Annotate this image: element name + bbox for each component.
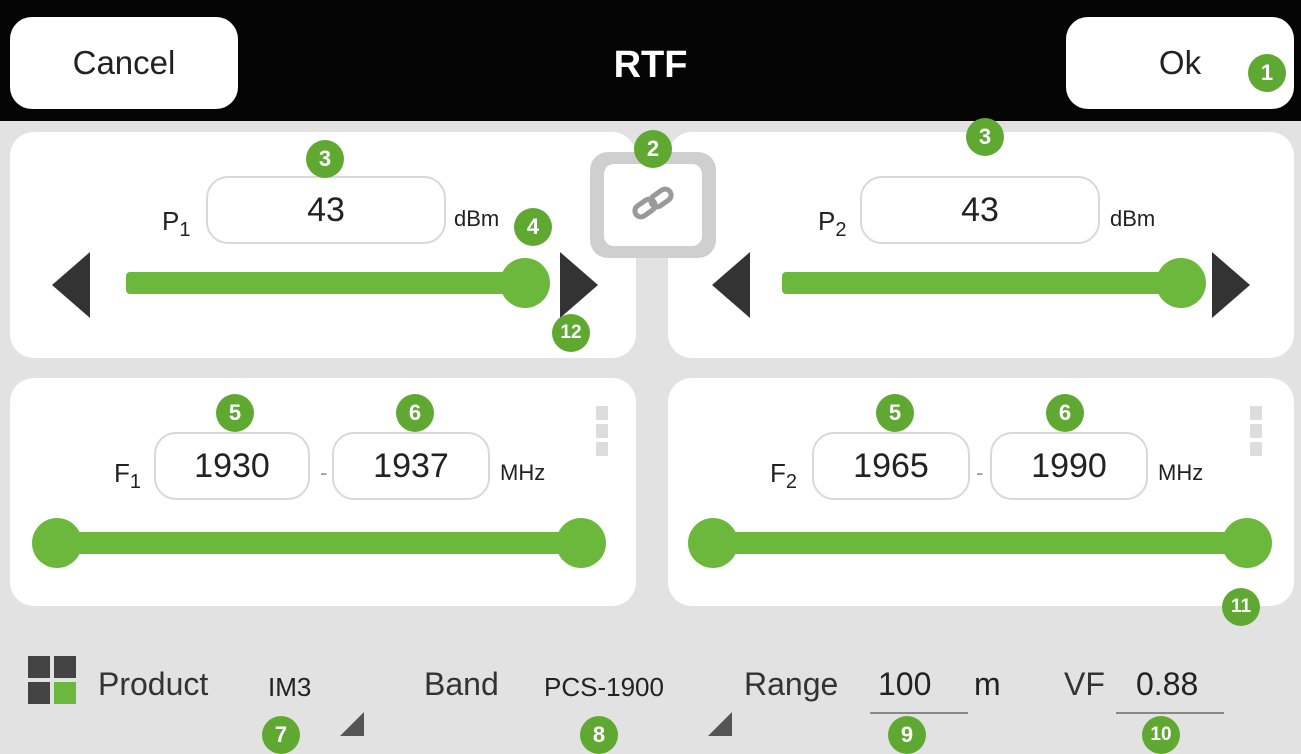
- link-icon: [604, 164, 702, 246]
- range-label: Range: [744, 666, 839, 702]
- callout-badge: 11: [1222, 588, 1260, 626]
- range-value[interactable]: 100: [878, 666, 931, 703]
- callout-badge: 5: [216, 394, 254, 432]
- f1-more-icon[interactable]: [596, 406, 608, 460]
- f1-separator: -: [320, 460, 328, 485]
- p2-unit: dBm: [1110, 206, 1156, 231]
- p1-input[interactable]: 43: [206, 176, 446, 244]
- p1-decrease-icon[interactable]: [52, 252, 90, 318]
- p2-decrease-icon[interactable]: [712, 252, 750, 318]
- f2-label: F2: [770, 458, 798, 494]
- band-value[interactable]: PCS-1900: [544, 672, 664, 703]
- p1-unit: dBm: [454, 206, 500, 231]
- f2-start-knob[interactable]: [688, 518, 738, 568]
- product-dropdown-icon[interactable]: [340, 712, 364, 736]
- freq-panel-2: [668, 378, 1294, 606]
- product-value[interactable]: IM3: [268, 672, 311, 703]
- p2-slider-knob[interactable]: [1156, 258, 1206, 308]
- p2-increase-icon[interactable]: [1212, 252, 1250, 318]
- f2-start-input[interactable]: 1965: [812, 432, 970, 500]
- callout-badge: 2: [634, 130, 672, 168]
- f2-end-input[interactable]: 1990: [990, 432, 1148, 500]
- power-panel-2: [668, 132, 1294, 358]
- f1-range-track[interactable]: [56, 532, 586, 554]
- callout-badge: 5: [876, 394, 914, 432]
- callout-badge: 4: [514, 208, 552, 246]
- product-grid-icon: [28, 656, 76, 704]
- f2-unit: MHz: [1158, 460, 1204, 485]
- f1-start-input[interactable]: 1930: [154, 432, 310, 500]
- callout-badge: 6: [1046, 394, 1084, 432]
- p1-increase-icon[interactable]: [560, 252, 598, 318]
- range-unit: m: [974, 666, 1001, 702]
- p2-input[interactable]: 43: [860, 176, 1100, 244]
- callout-badge: 1: [1248, 54, 1286, 92]
- f2-separator: -: [976, 460, 984, 485]
- callout-badge: 8: [580, 716, 618, 754]
- p2-label: P2: [818, 206, 847, 242]
- f1-end-knob[interactable]: [556, 518, 606, 568]
- callout-badge: 7: [262, 716, 300, 754]
- f2-range-track[interactable]: [712, 532, 1242, 554]
- band-label: Band: [424, 666, 499, 702]
- range-underline: [870, 712, 968, 714]
- p1-slider-track[interactable]: [126, 272, 528, 294]
- callout-badge: 3: [306, 140, 344, 178]
- p1-slider-knob[interactable]: [500, 258, 550, 308]
- product-label: Product: [98, 666, 209, 702]
- f1-unit: MHz: [500, 460, 546, 485]
- callout-badge: 3: [966, 118, 1004, 156]
- vf-value[interactable]: 0.88: [1136, 666, 1198, 703]
- f1-start-knob[interactable]: [32, 518, 82, 568]
- vf-label: VF: [1064, 666, 1105, 702]
- freq-panel-1: [10, 378, 636, 606]
- f1-end-input[interactable]: 1937: [332, 432, 490, 500]
- p1-label: P1: [162, 206, 191, 242]
- band-dropdown-icon[interactable]: [708, 712, 732, 736]
- f2-more-icon[interactable]: [1250, 406, 1262, 460]
- f1-label: F1: [114, 458, 142, 494]
- callout-badge: 12: [552, 314, 590, 352]
- vf-underline: [1116, 712, 1224, 714]
- callout-badge: 9: [888, 716, 926, 754]
- p2-slider-track[interactable]: [782, 272, 1182, 294]
- callout-badge: 10: [1142, 716, 1180, 754]
- callout-badge: 6: [396, 394, 434, 432]
- f2-end-knob[interactable]: [1222, 518, 1272, 568]
